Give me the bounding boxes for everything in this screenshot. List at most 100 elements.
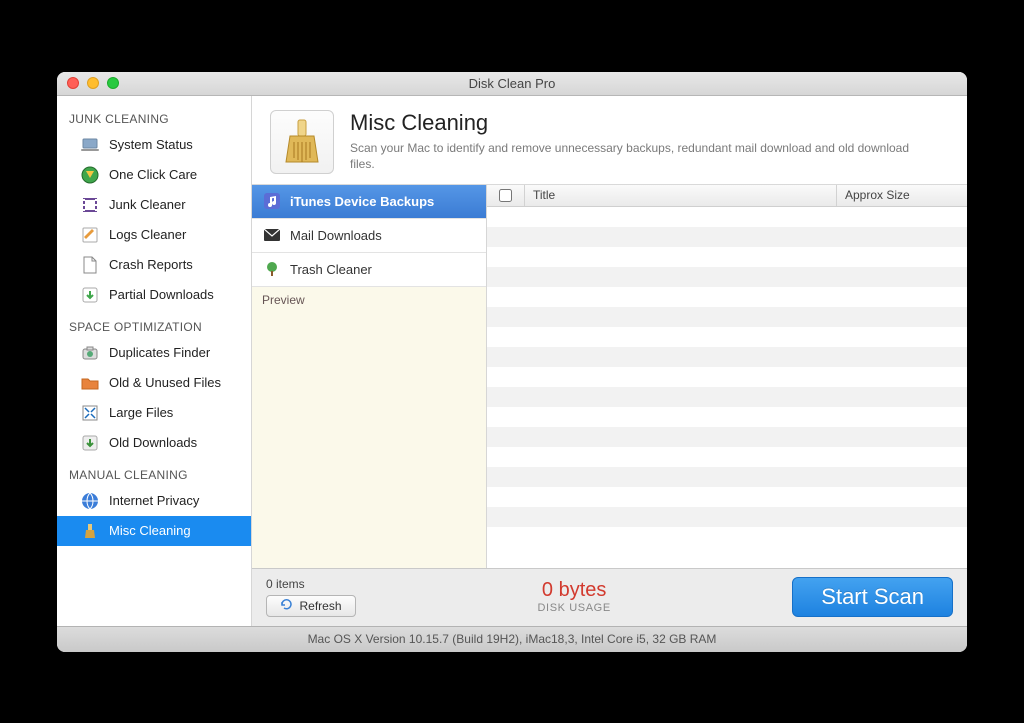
sidebar-item-label: Internet Privacy — [109, 493, 199, 508]
window-body: JUNK CLEANING System Status One Click Ca… — [57, 96, 967, 626]
sidebar-item-one-click-care[interactable]: One Click Care — [57, 160, 251, 190]
down-box-icon — [79, 432, 101, 454]
main-pane: Misc Cleaning Scan your Mac to identify … — [252, 96, 967, 626]
table-row — [487, 407, 967, 427]
refresh-button[interactable]: Refresh — [266, 595, 356, 617]
sidebar-item-label: Junk Cleaner — [109, 197, 186, 212]
brush-icon — [79, 520, 101, 542]
sidebar-group-label: MANUAL CLEANING — [57, 458, 251, 486]
maximize-button[interactable] — [107, 77, 119, 89]
envelope-icon — [262, 225, 282, 245]
table-row — [487, 447, 967, 467]
expand-icon — [79, 402, 101, 424]
sidebar-item-crash-reports[interactable]: Crash Reports — [57, 250, 251, 280]
globe-icon — [79, 490, 101, 512]
folder-icon — [79, 372, 101, 394]
category-item-mail-downloads[interactable]: Mail Downloads — [252, 219, 486, 253]
sidebar: JUNK CLEANING System Status One Click Ca… — [57, 96, 252, 626]
pencil-icon — [79, 224, 101, 246]
page-title: Misc Cleaning — [350, 110, 910, 136]
table-row — [487, 487, 967, 507]
content-area: iTunes Device Backups Mail Downloads Tra… — [252, 185, 967, 568]
sidebar-item-misc-cleaning[interactable]: Misc Cleaning — [57, 516, 251, 546]
table-body — [487, 207, 967, 568]
sidebar-item-junk-cleaner[interactable]: Junk Cleaner — [57, 190, 251, 220]
camera-icon — [79, 342, 101, 364]
sidebar-item-label: Duplicates Finder — [109, 345, 210, 360]
column-header-title[interactable]: Title — [525, 185, 837, 206]
titlebar[interactable]: Disk Clean Pro — [57, 72, 967, 96]
category-label: iTunes Device Backups — [290, 194, 434, 209]
header-text: Misc Cleaning Scan your Mac to identify … — [350, 110, 910, 174]
category-pane: iTunes Device Backups Mail Downloads Tra… — [252, 185, 487, 568]
brush-large-icon — [270, 110, 334, 174]
close-button[interactable] — [67, 77, 79, 89]
bytes-value: 0 bytes — [542, 578, 606, 602]
table-row — [487, 287, 967, 307]
preview-body — [252, 313, 486, 568]
sidebar-item-logs-cleaner[interactable]: Logs Cleaner — [57, 220, 251, 250]
table-row — [487, 507, 967, 527]
table-row — [487, 247, 967, 267]
table-row — [487, 267, 967, 287]
disk-usage-label: DISK USAGE — [538, 602, 611, 615]
category-item-trash-cleaner[interactable]: Trash Cleaner — [252, 253, 486, 287]
table-pane: Title Approx Size — [487, 185, 967, 568]
down-arrow-icon — [79, 284, 101, 306]
laptop-icon — [79, 134, 101, 156]
table-row — [487, 527, 967, 547]
table-row — [487, 347, 967, 367]
category-item-itunes-backups[interactable]: iTunes Device Backups — [252, 185, 486, 219]
sidebar-group-label: JUNK CLEANING — [57, 102, 251, 130]
select-all-checkbox[interactable] — [499, 189, 512, 202]
column-header-size[interactable]: Approx Size — [837, 185, 967, 206]
page-subtitle: Scan your Mac to identify and remove unn… — [350, 140, 910, 174]
table-row — [487, 327, 967, 347]
sidebar-item-label: Partial Downloads — [109, 287, 214, 302]
sidebar-item-old-unused-files[interactable]: Old & Unused Files — [57, 368, 251, 398]
sidebar-item-old-downloads[interactable]: Old Downloads — [57, 428, 251, 458]
table-row — [487, 427, 967, 447]
sidebar-item-label: Old Downloads — [109, 435, 197, 450]
status-text: Mac OS X Version 10.15.7 (Build 19H2), i… — [308, 632, 717, 646]
category-list: iTunes Device Backups Mail Downloads Tra… — [252, 185, 486, 287]
sidebar-item-large-files[interactable]: Large Files — [57, 398, 251, 428]
footer-center: 0 bytes DISK USAGE — [356, 578, 792, 615]
sidebar-item-duplicates-finder[interactable]: Duplicates Finder — [57, 338, 251, 368]
sidebar-item-label: Crash Reports — [109, 257, 193, 272]
sidebar-item-system-status[interactable]: System Status — [57, 130, 251, 160]
film-icon — [79, 194, 101, 216]
preview-label: Preview — [252, 287, 486, 313]
category-label: Trash Cleaner — [290, 262, 372, 277]
table-header: Title Approx Size — [487, 185, 967, 207]
refresh-label: Refresh — [299, 599, 341, 613]
column-header-checkbox[interactable] — [487, 185, 525, 206]
status-bar: Mac OS X Version 10.15.7 (Build 19H2), i… — [57, 626, 967, 652]
table-row — [487, 467, 967, 487]
table-row — [487, 387, 967, 407]
start-scan-button[interactable]: Start Scan — [792, 577, 953, 617]
sidebar-item-partial-downloads[interactable]: Partial Downloads — [57, 280, 251, 310]
minimize-button[interactable] — [87, 77, 99, 89]
table-row — [487, 367, 967, 387]
music-icon — [262, 191, 282, 211]
sidebar-item-label: Logs Cleaner — [109, 227, 186, 242]
page-header: Misc Cleaning Scan your Mac to identify … — [252, 96, 967, 185]
traffic-lights — [57, 77, 119, 89]
table-row — [487, 227, 967, 247]
sidebar-item-internet-privacy[interactable]: Internet Privacy — [57, 486, 251, 516]
sidebar-item-label: One Click Care — [109, 167, 197, 182]
footer-bar: 0 items Refresh 0 bytes DISK USAGE Start… — [252, 568, 967, 626]
app-window: Disk Clean Pro JUNK CLEANING System Stat… — [57, 72, 967, 652]
doc-icon — [79, 254, 101, 276]
sidebar-item-label: Old & Unused Files — [109, 375, 221, 390]
sidebar-group-label: SPACE OPTIMIZATION — [57, 310, 251, 338]
items-count: 0 items — [266, 577, 356, 591]
sidebar-item-label: Misc Cleaning — [109, 523, 191, 538]
tree-icon — [262, 259, 282, 279]
window-title: Disk Clean Pro — [57, 76, 967, 91]
sidebar-item-label: System Status — [109, 137, 193, 152]
category-label: Mail Downloads — [290, 228, 382, 243]
globe-arrow-icon — [79, 164, 101, 186]
table-row — [487, 307, 967, 327]
